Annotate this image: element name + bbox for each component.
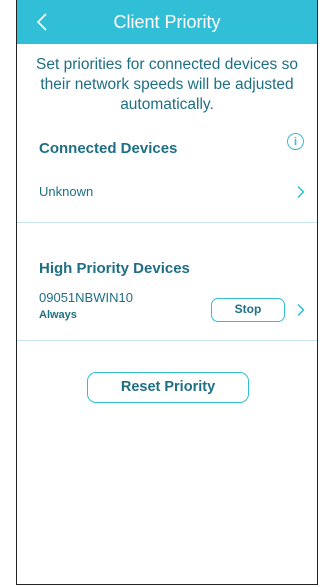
header-bar: Client Priority bbox=[17, 0, 317, 44]
device-schedule: Always bbox=[39, 309, 77, 321]
high-priority-devices-heading: High Priority Devices bbox=[39, 260, 190, 277]
back-button[interactable] bbox=[31, 9, 53, 35]
reset-priority-button[interactable]: Reset Priority bbox=[87, 372, 249, 403]
page-title: Client Priority bbox=[113, 11, 221, 32]
device-label: Unknown bbox=[39, 184, 94, 199]
intro-text: Set priorities for connected devices so … bbox=[17, 44, 317, 118]
info-icon[interactable]: i bbox=[287, 133, 304, 150]
chevron-right-icon bbox=[297, 185, 305, 199]
chevron-right-icon[interactable] bbox=[296, 303, 306, 317]
divider bbox=[17, 222, 317, 223]
connected-devices-heading: Connected Devices bbox=[39, 140, 178, 157]
stop-button[interactable]: Stop bbox=[211, 298, 285, 322]
app-screen: Client Priority Set priorities for conne… bbox=[16, 0, 318, 585]
device-name: 09051NBWIN10 bbox=[39, 290, 133, 305]
divider bbox=[17, 340, 317, 341]
chevron-left-icon bbox=[36, 13, 47, 31]
